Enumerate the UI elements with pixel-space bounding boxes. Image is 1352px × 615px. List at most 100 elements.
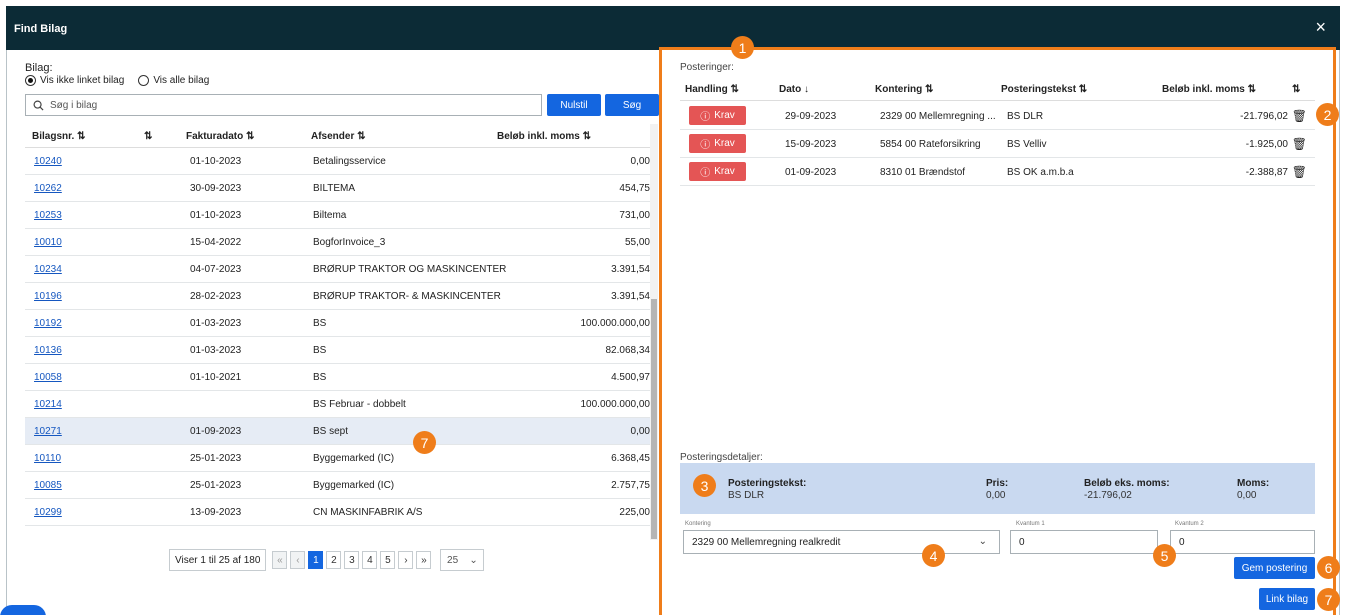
bilag-number-link[interactable]: 10010 <box>34 237 62 248</box>
col-belob-inkl-moms[interactable]: Beløb inkl. moms ⇅ <box>1162 84 1256 95</box>
link-bilag-button[interactable]: Link bilag <box>1259 588 1315 610</box>
page-3-button[interactable]: 3 <box>344 551 360 569</box>
postering-row[interactable]: ⓘ Krav 29-09-2023 2329 00 Mellemregning .… <box>680 102 1315 130</box>
row-sender: BILTEMA <box>313 183 356 194</box>
row-amount: 0,00 <box>630 156 650 167</box>
gem-postering-button[interactable]: Gem postering <box>1234 557 1315 579</box>
radio-vis-ikke-linket[interactable] <box>25 75 36 86</box>
page-5-button[interactable]: 5 <box>380 551 396 569</box>
page-size-select[interactable]: 25 ⌄ <box>440 549 485 571</box>
pris-label: Pris: <box>986 478 1009 489</box>
postering-kontering: 2329 00 Mellemregning ... <box>880 111 996 122</box>
krav-button[interactable]: ⓘ Krav <box>689 106 746 125</box>
table-row[interactable]: 10136 01-03-2023 BS 82.068,34 <box>25 337 652 364</box>
kontering-select[interactable]: 2329 00 Mellemregning realkredit ⌄ <box>683 530 1000 554</box>
trash-icon[interactable]: 🗑 <box>1292 109 1307 123</box>
krav-label: Krav <box>714 110 735 121</box>
sog-button[interactable]: Søg <box>605 94 659 116</box>
annotation-badge-2: 2 <box>1316 103 1339 126</box>
bilag-number-link[interactable]: 10214 <box>34 399 62 410</box>
page-1-button[interactable]: 1 <box>308 551 324 569</box>
bilag-number-link[interactable]: 10058 <box>34 372 62 383</box>
table-row[interactable]: 10240 01-10-2023 Betalingsservice 0,00 <box>25 148 652 175</box>
table-row[interactable]: 10262 30-09-2023 BILTEMA 454,75 <box>25 175 652 202</box>
dialog-titlebar: Find Bilag × <box>6 6 1340 50</box>
row-sender: BS Februar - dobbelt <box>313 399 406 410</box>
postering-belob: -2.388,87 <box>1245 167 1288 178</box>
bilag-number-link[interactable]: 10271 <box>34 426 62 437</box>
posteringer-label: Posteringer: <box>680 62 734 73</box>
row-date: 01-10-2023 <box>190 156 242 167</box>
table-row[interactable]: 10214 BS Februar - dobbelt 100.000.000,00 <box>25 391 652 418</box>
belob-eks-moms-value: -21.796,02 <box>1084 490 1132 501</box>
page-2-button[interactable]: 2 <box>326 551 342 569</box>
col-sort[interactable]: ⇅ <box>144 131 152 142</box>
krav-button[interactable]: ⓘ Krav <box>689 162 746 181</box>
pris-value: 0,00 <box>986 490 1006 501</box>
trash-icon[interactable]: 🗑 <box>1292 137 1307 151</box>
col-fakturadato[interactable]: Fakturadato ⇅ <box>186 131 254 142</box>
row-date: 01-10-2021 <box>190 372 242 383</box>
col-belob[interactable]: Beløb inkl. moms ⇅ <box>497 131 591 142</box>
krav-button[interactable]: ⓘ Krav <box>689 134 746 153</box>
row-sender: BS <box>313 372 327 383</box>
table-row[interactable]: 10299 13-09-2023 CN MASKINFABRIK A/S 225,00 <box>25 499 652 526</box>
prev-page-button[interactable]: ‹ <box>290 551 306 569</box>
radio-vis-alle[interactable] <box>138 75 150 86</box>
table-row[interactable]: 10234 04-07-2023 BRØRUP TRAKTOR OG MASKINC… <box>25 256 652 283</box>
kvantum1-input[interactable]: 0 <box>1010 530 1158 554</box>
kvantum2-input[interactable]: 0 <box>1170 530 1315 554</box>
bilag-number-link[interactable]: 10253 <box>34 210 62 221</box>
bilag-number-link[interactable]: 10299 <box>34 507 62 518</box>
table-row[interactable]: 10110 25-01-2023 Byggemarked (IC) 6.368,45 <box>25 445 652 472</box>
belob-eks-moms-label: Beløb eks. moms: <box>1084 478 1170 489</box>
help-tab[interactable] <box>0 605 46 615</box>
moms-label: Moms: <box>1237 478 1270 489</box>
search-input[interactable]: Søg i bilag <box>25 94 542 116</box>
col-posteringstekst[interactable]: Posteringstekst ⇅ <box>1001 84 1087 95</box>
next-page-button[interactable]: › <box>398 551 414 569</box>
table-row[interactable]: 10010 15-04-2022 BogforInvoice_3 55,00 <box>25 229 652 256</box>
bilag-number-link[interactable]: 10136 <box>34 345 62 356</box>
bilag-number-link[interactable]: 10192 <box>34 318 62 329</box>
col-sort-extra[interactable]: ⇅ <box>1292 84 1300 95</box>
col-bilagsnr[interactable]: Bilagsnr. ⇅ <box>32 131 85 142</box>
table-scrollbar[interactable] <box>650 124 658 540</box>
last-page-button[interactable]: » <box>416 551 432 569</box>
postering-row[interactable]: ⓘ Krav 01-09-2023 8310 01 Brændstof BS OK… <box>680 158 1315 186</box>
bilag-number-link[interactable]: 10196 <box>34 291 62 302</box>
col-handling[interactable]: Handling ⇅ <box>685 84 739 95</box>
radio-vis-ikke-linket-label[interactable]: Vis ikke linket bilag <box>40 75 124 86</box>
radio-vis-alle-label[interactable]: Vis alle bilag <box>153 75 209 86</box>
col-afsender[interactable]: Afsender ⇅ <box>311 131 366 142</box>
page-4-button[interactable]: 4 <box>362 551 378 569</box>
frame-border-left <box>6 50 7 615</box>
bilag-number-link[interactable]: 10262 <box>34 183 62 194</box>
row-date: 04-07-2023 <box>190 264 242 275</box>
bilag-number-link[interactable]: 10085 <box>34 480 62 491</box>
bilag-number-link[interactable]: 10110 <box>34 453 61 464</box>
col-kontering[interactable]: Kontering ⇅ <box>875 84 933 95</box>
row-amount: 100.000.000,00 <box>580 399 650 410</box>
nulstil-button[interactable]: Nulstil <box>547 94 601 116</box>
close-icon[interactable]: × <box>1315 17 1326 38</box>
row-sender: BogforInvoice_3 <box>313 237 386 248</box>
table-row-selected[interactable]: 10271 01-09-2023 BS sept 0,00 <box>25 418 652 445</box>
row-date: 25-01-2023 <box>190 480 242 491</box>
annotation-badge-6: 6 <box>1317 556 1340 579</box>
postering-row[interactable]: ⓘ Krav 15-09-2023 5854 00 Rateforsikring … <box>680 130 1315 158</box>
annotation-badge-1: 1 <box>731 36 754 59</box>
table-row[interactable]: 10085 25-01-2023 Byggemarked (IC) 2.757,75 <box>25 472 652 499</box>
trash-icon[interactable]: 🗑 <box>1292 165 1307 179</box>
scrollbar-thumb[interactable] <box>651 299 657 539</box>
table-row[interactable]: 10196 28-02-2023 BRØRUP TRAKTOR- & MASKINC… <box>25 283 652 310</box>
col-dato[interactable]: Dato ↓ <box>779 84 809 95</box>
table-row[interactable]: 10192 01-03-2023 BS 100.000.000,00 <box>25 310 652 337</box>
table-row[interactable]: 10253 01-10-2023 Biltema 731,00 <box>25 202 652 229</box>
first-page-button[interactable]: « <box>272 551 288 569</box>
row-sender: BRØRUP TRAKTOR OG MASKINCENTER <box>313 264 507 275</box>
table-row[interactable]: 10058 01-10-2021 BS 4.500,97 <box>25 364 652 391</box>
bilag-number-link[interactable]: 10234 <box>34 264 62 275</box>
bilag-number-link[interactable]: 10240 <box>34 156 62 167</box>
posteringsdetaljer-panel: Posteringstekst: BS DLR Pris: 0,00 Beløb… <box>680 463 1315 514</box>
